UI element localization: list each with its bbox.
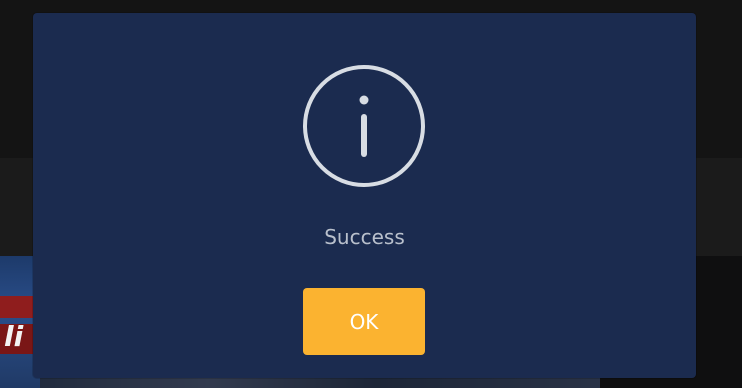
ok-button[interactable]: OK bbox=[303, 288, 425, 355]
thumbnail-logo: li bbox=[4, 320, 24, 353]
dialog-message: Success bbox=[324, 225, 405, 249]
info-icon bbox=[302, 64, 426, 188]
success-dialog: Success OK bbox=[33, 13, 696, 378]
